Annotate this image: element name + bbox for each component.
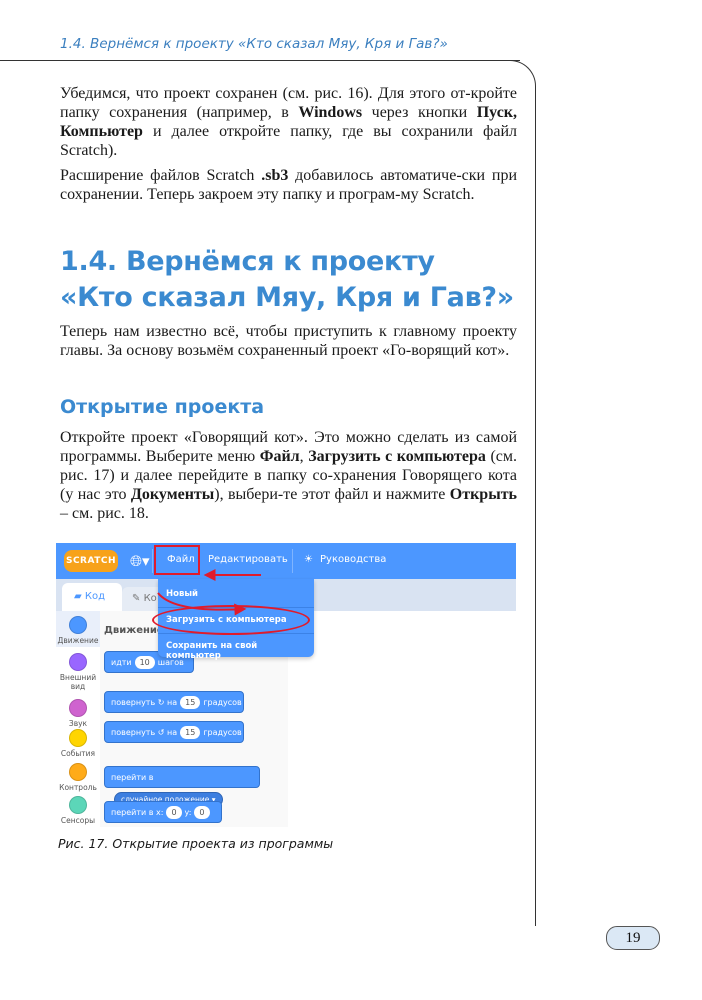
annotation-arrows	[157, 569, 261, 616]
text-run: Расширение файлов Scratch	[60, 167, 262, 184]
text-run: ,	[299, 448, 309, 465]
text-run: ), выбери-те этот файл и нажмите	[214, 486, 450, 503]
section-block: Теперь нам известно всё, чтобы приступит…	[60, 322, 517, 360]
text-run: Теперь нам известно всё, чтобы приступит…	[60, 323, 517, 359]
text-run: Файл	[259, 448, 300, 465]
subsection-paragraph-1: Откройте проект «Говорящий кот». Это мож…	[60, 428, 517, 523]
intro-paragraph-2: Расширение файлов Scratch .sb3 добавилос…	[60, 166, 517, 204]
frame-right-line	[535, 90, 536, 926]
frame-top-line	[0, 60, 520, 61]
page-number: 19	[606, 926, 660, 950]
intro-paragraph-1: Убедимся, что проект сохранен (см. рис. …	[60, 84, 517, 160]
section-heading: 1.4. Вернёмся к проекту «Кто сказал Мяу,…	[60, 244, 520, 316]
section-paragraph-1: Теперь нам известно всё, чтобы приступит…	[60, 322, 517, 360]
arrow-to-load	[157, 592, 247, 616]
text-run: через кнопки	[362, 104, 477, 121]
subsection-heading: Открытие проекта	[60, 396, 265, 418]
text-run: Документы	[130, 486, 215, 503]
text-run: Загрузить с компьютера	[308, 448, 486, 465]
figure-caption: Рис. 17. Открытие проекта из программы	[58, 836, 334, 851]
text-run: .sb3	[261, 167, 289, 184]
text-run: Windows	[298, 104, 363, 121]
scratch-screenshot: SCRATCH 🌐︎▾ Файл Редактировать ☀︎ Руково…	[56, 543, 516, 827]
text-run: Открыть	[449, 486, 518, 503]
running-head: 1.4. Вернёмся к проекту «Кто сказал Мяу,…	[60, 36, 448, 52]
subsection-block: Откройте проект «Говорящий кот». Это мож…	[60, 428, 517, 523]
intro-block: Убедимся, что проект сохранен (см. рис. …	[60, 84, 517, 204]
section-heading-line1: 1.4. Вернёмся к проекту	[60, 246, 435, 277]
section-heading-line2: «Кто сказал Мяу, Кря и Гав?»	[60, 282, 514, 313]
text-run: – см. рис. 18.	[60, 505, 149, 522]
